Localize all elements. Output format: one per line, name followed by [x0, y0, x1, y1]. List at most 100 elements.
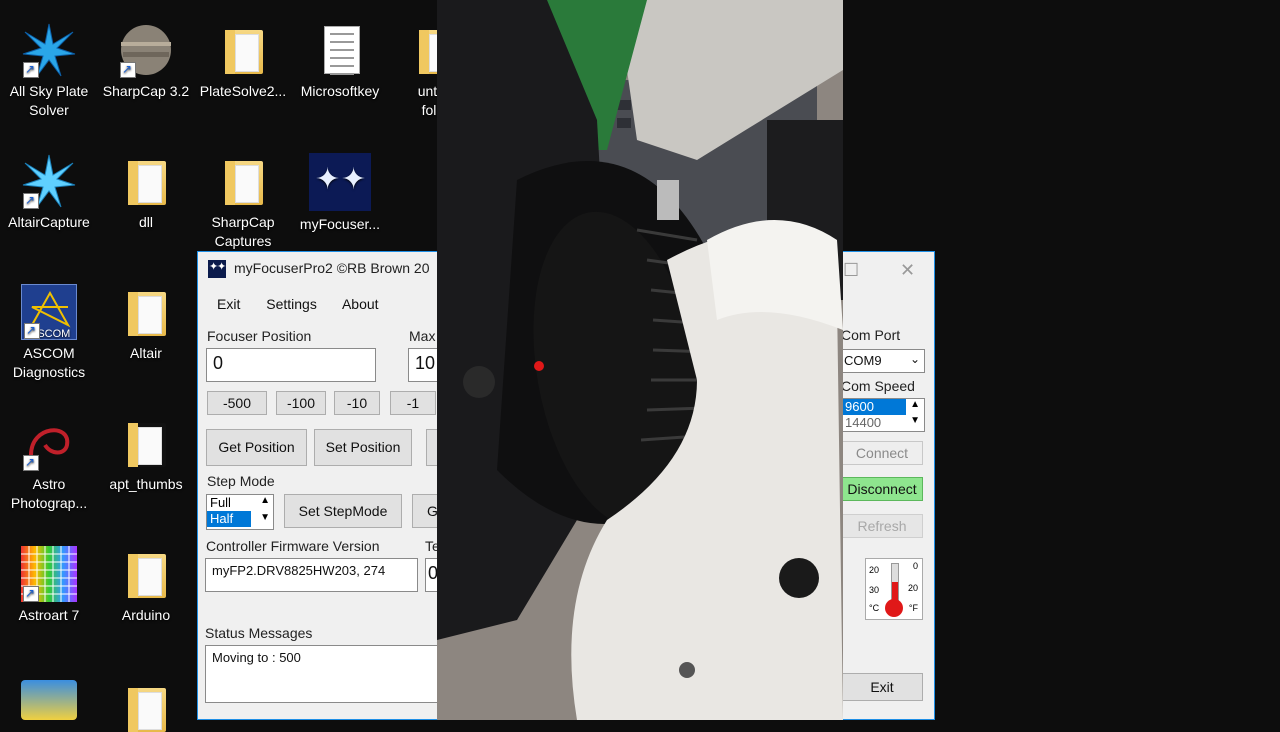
desktop-icon-altaircapture[interactable]: AltairCapture — [1, 153, 97, 232]
menu-settings[interactable]: Settings — [266, 296, 317, 312]
close-icon[interactable]: ✕ — [900, 260, 915, 281]
get-position-button[interactable]: Get Position — [206, 429, 307, 466]
icon-label: SharpCap 3.2 — [102, 83, 190, 99]
icon-label: ASCOM Diagnostics — [12, 345, 86, 380]
max-label: Max — [409, 328, 436, 344]
step-minus-500-button[interactable]: -500 — [207, 391, 267, 415]
shortcut-arrow-icon — [23, 584, 39, 603]
com-port-label: Com Port — [841, 327, 901, 343]
step-minus-100-button[interactable]: -100 — [276, 391, 326, 415]
chevron-up-icon[interactable]: ▲ — [910, 399, 920, 410]
document-icon — [312, 22, 368, 78]
com-port-select[interactable]: COM9 ⌄ — [841, 349, 925, 373]
folder-icon — [118, 546, 174, 602]
svg-text:✦: ✦ — [341, 163, 366, 196]
astro-icon — [21, 415, 77, 472]
desktop-icon-platesolve2[interactable]: PlateSolve2... — [195, 22, 291, 101]
folder-icon — [215, 153, 271, 209]
step-minus-1-button[interactable]: -1 — [390, 391, 436, 415]
thermo-left-label: 20 — [869, 565, 880, 575]
chevron-up-icon[interactable]: ▲ — [260, 495, 270, 506]
svg-text:✦: ✦ — [315, 163, 340, 196]
starburst-icon — [21, 153, 77, 210]
grid-icon — [21, 546, 77, 603]
folder-icon — [215, 22, 271, 78]
icon-label: Microsoftkey — [300, 83, 380, 99]
com-speed-option-selected[interactable]: 9600 — [842, 399, 906, 415]
disconnect-button[interactable]: Disconnect — [841, 477, 923, 501]
status-messages-label: Status Messages — [205, 625, 313, 641]
icon-label: All Sky Plate Solver — [9, 83, 89, 118]
menu-exit[interactable]: Exit — [217, 296, 240, 312]
icon-label: SharpCap Captures — [211, 214, 275, 249]
planet-icon — [118, 22, 174, 79]
folder-icon — [118, 680, 174, 732]
desktop-icon-sharpcap[interactable]: SharpCap 3.2 — [98, 22, 194, 101]
icon-label: AltairCapture — [8, 214, 90, 230]
desktop-icon-astro-photography[interactable]: Astro Photograp... — [1, 415, 97, 513]
shortcut-arrow-icon — [24, 321, 40, 340]
window-title: myFocuserPro2 ©RB Brown 20 — [208, 260, 430, 279]
set-position-button[interactable]: Set Position — [314, 429, 412, 466]
icon-label: Astro Photograp... — [10, 476, 88, 511]
camera-photo-overlay — [437, 0, 843, 720]
com-speed-listbox[interactable]: 9600 14400 ▲ ▼ — [841, 398, 925, 432]
desktop-icon-astroart[interactable]: Astroart 7 — [1, 546, 97, 625]
thermo-right-label: 0 — [912, 561, 918, 571]
app-icon — [208, 260, 226, 279]
shortcut-arrow-icon — [23, 453, 39, 472]
desktop-icon-partial-folder[interactable] — [98, 680, 194, 732]
exit-button[interactable]: Exit — [841, 673, 923, 701]
desktop-icon-sharpcap-captures[interactable]: SharpCap Captures — [195, 153, 291, 251]
desktop-icon-dll[interactable]: dll — [98, 153, 194, 232]
connect-button[interactable]: Connect — [841, 441, 923, 465]
status-messages-field: Moving to : 500 — [205, 645, 438, 703]
title-text: myFocuserPro2 ©RB Brown 20 — [234, 260, 430, 276]
menu-about[interactable]: About — [342, 296, 379, 312]
desktop-icon-arduino[interactable]: Arduino — [98, 546, 194, 625]
thermo-units-f: °F — [908, 603, 918, 613]
maximize-icon[interactable]: ☐ — [843, 260, 859, 281]
icon-label: apt_thumbs — [109, 476, 183, 492]
chevron-down-icon[interactable]: ▼ — [910, 415, 920, 426]
desktop-icon-apt-thumbs[interactable]: apt_thumbs — [98, 415, 194, 494]
step-mode-option-half[interactable]: Half — [207, 511, 251, 527]
menu-bar: Exit Settings About — [217, 296, 401, 312]
set-stepmode-button[interactable]: Set StepMode — [284, 494, 402, 528]
g-button[interactable]: G — [412, 494, 438, 528]
step-mode-listbox[interactable]: Full Half ▲ ▼ — [206, 494, 274, 530]
desktop-icon-myfocuser[interactable]: ✦ ✦ myFocuser... — [292, 153, 388, 234]
thermo-left-label: 30 — [869, 585, 880, 595]
folder-icon — [118, 153, 174, 209]
shortcut-arrow-icon — [120, 60, 136, 79]
icon-label: Astroart 7 — [18, 607, 80, 623]
icon-label: dll — [138, 214, 153, 230]
focuser-position-label: Focuser Position — [207, 328, 312, 344]
com-speed-label: Com Speed — [841, 378, 915, 394]
icon-label: myFocuser... — [299, 216, 381, 232]
desktop-icon-microsoftkey[interactable]: Microsoftkey — [292, 22, 388, 101]
starburst-icon — [21, 22, 77, 79]
icon-label: Arduino — [121, 607, 171, 623]
wizard-icon — [21, 680, 77, 720]
myfocuser-icon: ✦ ✦ — [309, 153, 371, 211]
thermometer-icon: 20 30 °C 0 20 °F — [865, 558, 923, 620]
focuser-position-field[interactable]: 0 — [206, 348, 376, 382]
icon-label: PlateSolve2... — [199, 83, 287, 99]
refresh-button[interactable]: Refresh — [841, 514, 923, 538]
firmware-label: Controller Firmware Version — [206, 538, 380, 554]
desktop-icon-all-sky-plate-solver[interactable]: All Sky Plate Solver — [1, 22, 97, 120]
chevron-down-icon[interactable]: ⌄ — [910, 352, 920, 366]
folder-icon — [118, 415, 174, 471]
thermo-units-c: °C — [869, 603, 880, 613]
desktop-icon-partial-wizard[interactable] — [1, 680, 97, 724]
desktop-icon-altair[interactable]: Altair — [98, 284, 194, 363]
step-minus-10-button[interactable]: -10 — [334, 391, 380, 415]
com-port-value: COM9 — [844, 353, 882, 368]
shortcut-arrow-icon — [23, 191, 39, 210]
step-mode-label: Step Mode — [207, 473, 275, 489]
thermo-right-label: 20 — [907, 583, 918, 593]
folder-icon — [118, 284, 174, 340]
chevron-down-icon[interactable]: ▼ — [260, 512, 270, 523]
desktop-icon-ascom-diagnostics[interactable]: ASCOM ASCOM Diagnostics — [1, 284, 97, 382]
